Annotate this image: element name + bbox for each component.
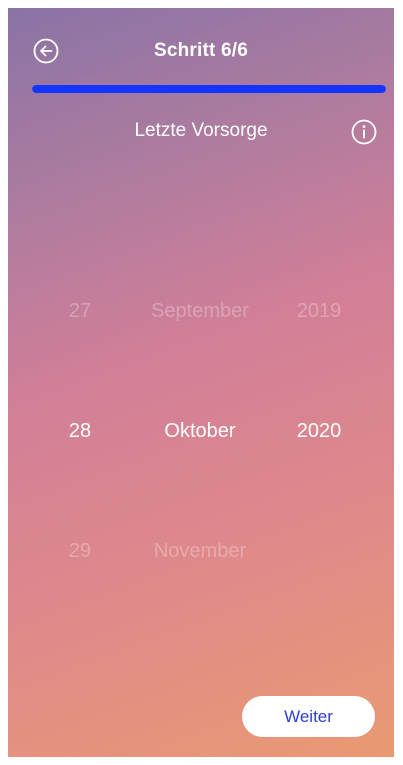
picker-month-next[interactable]: November: [120, 540, 280, 563]
picker-month-selected[interactable]: Oktober: [120, 420, 280, 443]
screen: Schritt 6/6 Letzte Vorsorge 27 September…: [8, 8, 394, 757]
continue-button[interactable]: Weiter: [242, 696, 375, 737]
picker-day-previous[interactable]: 27: [60, 300, 100, 323]
picker-year-selected[interactable]: 2020: [284, 420, 354, 443]
picker-year-previous[interactable]: 2019: [284, 300, 354, 323]
picker-row-selected[interactable]: 28 Oktober 2020: [8, 412, 394, 452]
picker-month-previous[interactable]: September: [120, 300, 280, 323]
date-picker[interactable]: 27 September 2019 28 Oktober 2020 29 Nov…: [8, 278, 394, 568]
section-title: Letzte Vorsorge: [134, 120, 268, 141]
header: Schritt 6/6: [8, 8, 394, 88]
info-button[interactable]: [350, 118, 378, 146]
picker-row-previous[interactable]: 27 September 2019: [8, 292, 394, 332]
picker-row-next[interactable]: 29 November: [8, 532, 394, 572]
picker-day-next[interactable]: 29: [60, 540, 100, 563]
picker-day-selected[interactable]: 28: [60, 420, 100, 443]
page-title: Schritt 6/6: [153, 40, 249, 61]
progress-fill: [32, 85, 386, 93]
progress-bar: [32, 85, 386, 93]
info-circle-icon: [351, 119, 377, 145]
